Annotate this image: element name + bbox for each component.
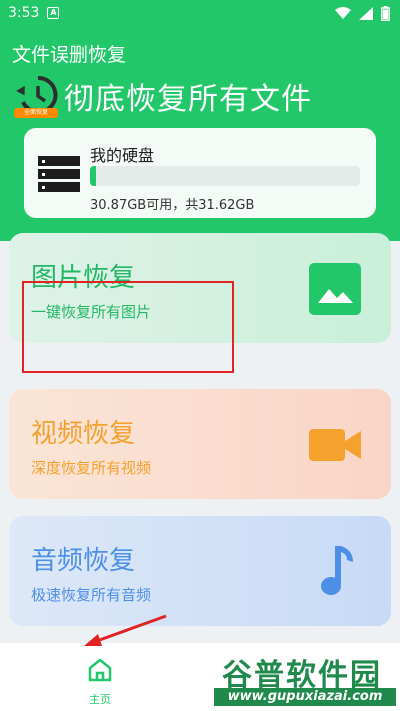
nav-home-label: 主页 <box>89 693 111 706</box>
photo-recovery-card[interactable]: 图片恢复 一键恢复所有图片 <box>9 233 391 343</box>
status-right <box>335 5 390 21</box>
hero-badge: 全面恢复 <box>14 108 58 118</box>
app-title: 文件误删恢复 <box>12 44 127 66</box>
battery-icon <box>381 5 390 21</box>
header: 文件误删恢复 全面恢复 彻底恢复所有文件 我的硬盘 30.87GB可用，共31.… <box>0 26 400 241</box>
status-time: 3:53 <box>8 5 40 21</box>
disk-card[interactable]: 我的硬盘 30.87GB可用，共31.62GB <box>24 128 376 218</box>
annotation-arrow-icon <box>84 614 167 646</box>
video-camera-icon <box>309 429 361 461</box>
storage-icon <box>38 156 80 192</box>
photo-recovery-subtitle: 一键恢复所有图片 <box>31 303 152 321</box>
bottom-nav: 主页 <box>0 643 400 711</box>
disk-usage-bar <box>90 166 360 186</box>
music-note-icon <box>321 546 353 595</box>
audio-recovery-title: 音频恢复 <box>31 546 136 576</box>
audio-recovery-card[interactable]: 音频恢复 极速恢复所有音频 <box>9 516 391 626</box>
disk-usage-text: 30.87GB可用，共31.62GB <box>90 198 255 213</box>
status-bar: 3:53 A <box>0 0 400 26</box>
audio-recovery-subtitle: 极速恢复所有音频 <box>31 586 152 604</box>
notification-a-icon: A <box>47 7 60 19</box>
video-recovery-subtitle: 深度恢复所有视频 <box>31 459 152 477</box>
image-icon <box>309 263 361 315</box>
photo-recovery-title: 图片恢复 <box>31 263 136 293</box>
status-left: 3:53 A <box>8 5 60 21</box>
nav-home-tab[interactable]: 主页 <box>80 651 120 706</box>
video-recovery-title: 视频恢复 <box>31 419 136 449</box>
wifi-icon <box>335 6 351 19</box>
video-recovery-card[interactable]: 视频恢复 深度恢复所有视频 <box>9 389 391 499</box>
signal-icon <box>359 6 373 20</box>
home-icon <box>88 658 112 682</box>
disk-usage-bar-fill <box>90 166 97 186</box>
disk-name: 我的硬盘 <box>90 146 155 165</box>
hero-title: 彻底恢复所有文件 <box>64 82 312 117</box>
